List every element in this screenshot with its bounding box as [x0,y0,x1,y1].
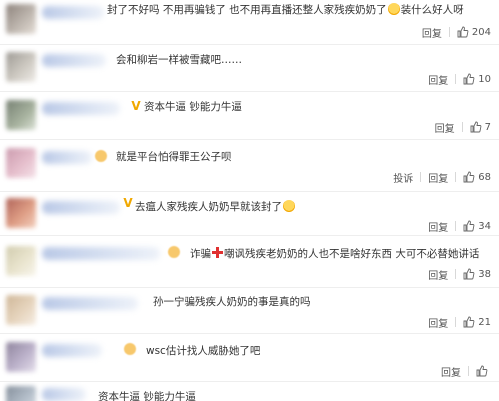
like-count: 34 [478,220,491,232]
like-button[interactable] [476,365,491,377]
username[interactable] [42,388,86,401]
smiley-emoji-icon [283,200,295,212]
username[interactable] [42,102,120,115]
smiley-emoji-icon [387,3,400,15]
comment-text: 孙一宁骗残疾人奶奶的事是真的吗 [153,296,311,308]
comment-item: 资本牛逼 钞能力牛逼 [0,382,499,401]
like-count: 21 [478,316,491,328]
like-button[interactable]: 38 [463,268,491,280]
divider [461,122,463,132]
like-button[interactable]: 204 [457,26,491,38]
thumbs-up-icon [463,171,475,183]
thumbs-up-icon [463,268,475,280]
avatar[interactable] [6,386,36,401]
username[interactable] [42,297,138,310]
report-button[interactable]: 投诉 [393,170,413,185]
reply-button[interactable]: 回复 [441,364,461,379]
username[interactable] [42,54,106,67]
like-count: 38 [478,268,491,280]
comment-text: 诈骗 嘲讽残疾老奶奶的人也不是啥好东西 大可不必替她讲话 [190,247,480,260]
like-count: 204 [471,26,491,38]
comment-item: 诈骗 嘲讽残疾老奶奶的人也不是啥好东西 大可不必替她讲话 回复 38 [0,236,499,288]
avatar[interactable] [6,295,36,325]
divider [455,221,457,231]
reply-button[interactable]: 回复 [428,315,448,330]
reply-button[interactable]: 回复 [428,170,448,185]
comment-text: 资本牛逼 钞能力牛逼 [144,101,242,113]
comment-item: 就是平台怕得罪王公子呗 投诉 回复 68 [0,140,499,192]
avatar[interactable] [6,4,36,34]
comment-actions: 回复 34 [428,219,491,234]
reply-button[interactable]: 回复 [422,25,442,40]
username[interactable] [42,151,92,164]
avatar[interactable] [6,342,36,372]
reply-button[interactable]: 回复 [428,72,448,87]
like-button[interactable]: 68 [463,171,491,183]
comment-actions: 回复 7 [435,120,491,135]
comment-text: 就是平台怕得罪王公子呗 [116,151,232,163]
reply-button[interactable]: 回复 [428,267,448,282]
avatar[interactable] [6,246,36,276]
comment-actions: 回复 10 [428,72,491,87]
comment-text: 封了不好吗 不用再骗钱了 也不用再直播还整人家残疾奶奶了 装什么好人呀 [107,3,464,16]
like-button[interactable]: 34 [463,220,491,232]
avatar[interactable] [6,100,36,130]
like-button[interactable]: 10 [463,73,491,85]
member-badge-icon [168,246,180,258]
reply-button[interactable]: 回复 [435,120,455,135]
comment-actions: 回复 [441,364,491,379]
comment-actions: 回复 38 [428,267,491,282]
thumbs-up-icon [470,121,481,133]
reply-button[interactable]: 回复 [428,219,448,234]
divider [420,172,422,182]
thumbs-up-icon [476,365,488,377]
comment-item: V 资本牛逼 钞能力牛逼 回复 7 [0,92,499,140]
username[interactable] [42,247,160,260]
comment-text: 资本牛逼 钞能力牛逼 [98,391,196,401]
verified-badge-icon: V [131,99,141,113]
comment-item: V 去瘟人家残疾人奶奶早就该封了 回复 34 [0,192,499,236]
divider [455,172,457,182]
comment-actions: 投诉 回复 68 [393,170,491,185]
thumbs-up-icon [463,73,475,85]
avatar[interactable] [6,148,36,178]
divider [455,317,457,327]
comment-text: 去瘟人家残疾人奶奶早就该封了 [135,200,296,214]
verified-badge-icon: V [123,196,133,210]
comment-item: wsc估计找人威胁她了吧 回复 [0,334,499,382]
red-cross-emoji-icon [212,247,223,258]
username[interactable] [42,344,102,357]
member-badge-icon [95,150,107,162]
like-count: 10 [478,73,491,85]
username[interactable] [42,6,104,19]
comment-actions: 回复 204 [422,25,491,40]
like-count: 68 [478,171,491,183]
divider [468,366,469,376]
comment-text: 会和柳岩一样被雪藏吧…… [116,54,242,66]
like-count: 7 [484,121,491,133]
like-button[interactable]: 21 [463,316,491,328]
comment-text: wsc估计找人威胁她了吧 [146,345,261,357]
member-badge-icon [124,343,136,355]
thumbs-up-icon [463,316,475,328]
divider [455,269,457,279]
comment-item: 封了不好吗 不用再骗钱了 也不用再直播还整人家残疾奶奶了 装什么好人呀 回复 20… [0,0,499,45]
comment-item: 孙一宁骗残疾人奶奶的事是真的吗 回复 21 [0,288,499,334]
thumbs-up-icon [457,26,469,38]
comment-list: 封了不好吗 不用再骗钱了 也不用再直播还整人家残疾奶奶了 装什么好人呀 回复 20… [0,0,499,401]
like-button[interactable]: 7 [470,121,491,133]
divider [448,27,450,37]
avatar[interactable] [6,52,36,82]
comment-item: 会和柳岩一样被雪藏吧…… 回复 10 [0,45,499,92]
divider [455,74,457,84]
username[interactable] [42,201,120,214]
comment-actions: 回复 21 [428,315,491,330]
thumbs-up-icon [463,220,475,232]
avatar[interactable] [6,198,36,228]
